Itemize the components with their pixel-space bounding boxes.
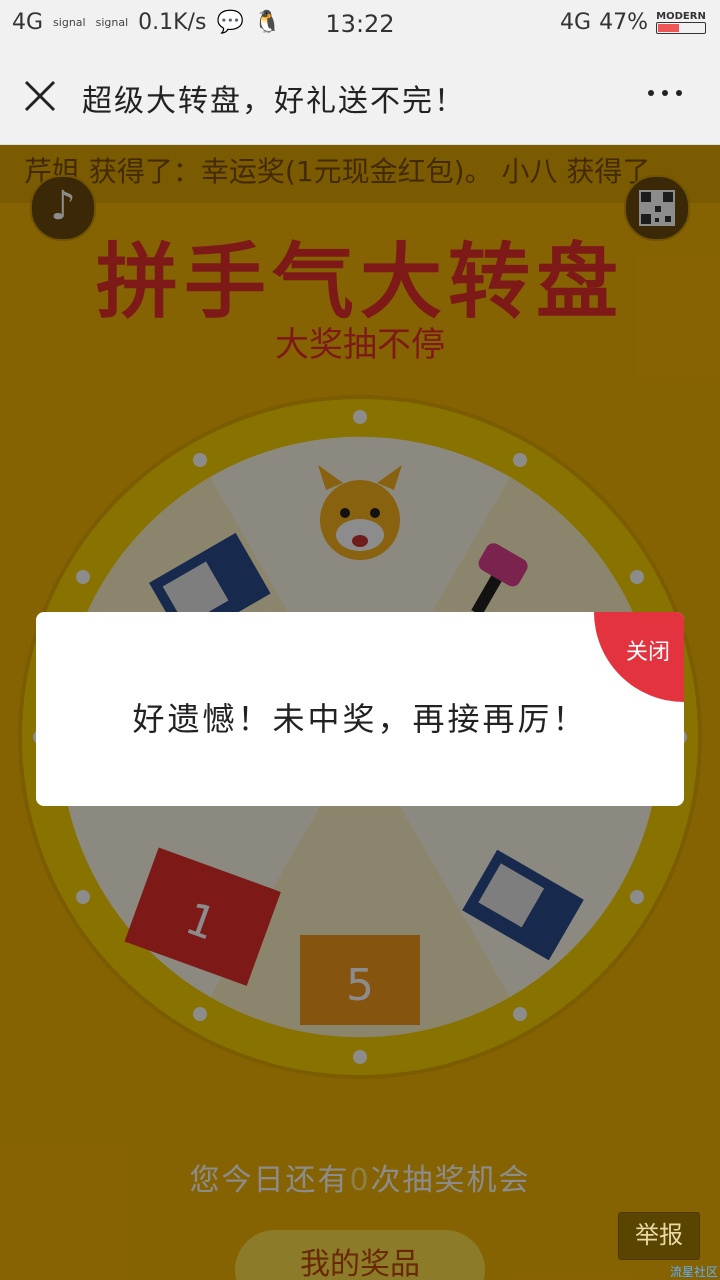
report-button[interactable]: 举报 xyxy=(618,1212,700,1260)
watermark: 流星社区 xyxy=(669,1265,718,1279)
more-menu-icon[interactable] xyxy=(648,90,682,96)
status-right: 4G 47% MODERN xyxy=(560,10,706,35)
page-title: 超级大转盘，好礼送不完！ xyxy=(82,84,466,119)
status-bar: 4G signal signal 0.1K/s 💬 🐧 13:22 4G 47%… xyxy=(0,0,720,50)
battery-bar xyxy=(656,22,706,34)
battery-brand: MODERN xyxy=(656,11,706,22)
close-icon[interactable] xyxy=(22,78,58,114)
battery-percent: 47% xyxy=(599,10,648,35)
dialog-close-button[interactable]: 关闭 xyxy=(626,634,670,666)
network-type-right: 4G xyxy=(560,10,592,35)
battery-fill xyxy=(658,24,679,32)
result-dialog: 关闭 好遗憾！未中奖，再接再厉！ xyxy=(36,612,684,806)
result-message: 好遗憾！未中奖，再接再厉！ xyxy=(132,700,588,738)
battery-icon: MODERN xyxy=(656,11,706,34)
title-bar: 超级大转盘，好礼送不完！ xyxy=(0,50,720,145)
